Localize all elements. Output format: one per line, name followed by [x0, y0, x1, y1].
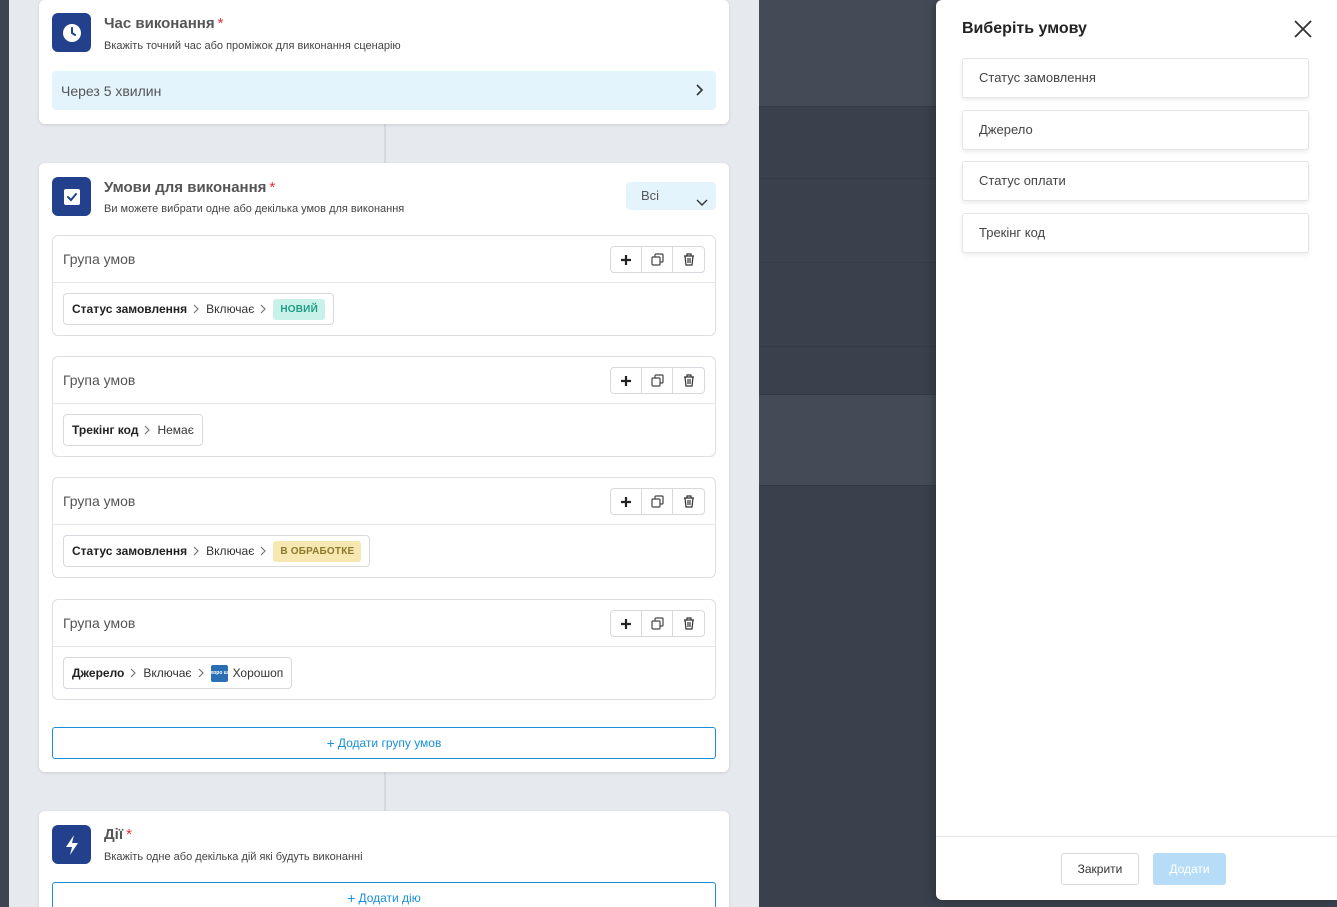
actions-card: Дії * Вкажіть одне або декілька дій які б… [39, 811, 729, 907]
lightning-icon [52, 825, 91, 864]
copy-icon [650, 374, 664, 387]
condition-option[interactable]: Статус замовлення [962, 58, 1309, 98]
card-title: Дії * [104, 826, 132, 843]
chevron-right-icon [130, 668, 137, 678]
condition-operator: Включає [206, 302, 255, 316]
condition-group: Група умов Статус замовлення Включає В О… [52, 477, 716, 578]
choose-condition-panel: Виберіть умову Статус замовлення Джерело… [936, 0, 1337, 900]
condition-value: Немає [157, 423, 194, 437]
condition-field: Джерело [72, 666, 125, 680]
chevron-right-icon [144, 425, 151, 435]
condition-option[interactable]: Джерело [962, 110, 1309, 150]
trash-icon [683, 495, 694, 508]
condition-group-label: Група умов [63, 251, 136, 267]
copy-icon [650, 495, 664, 508]
chevron-right-icon [198, 668, 205, 678]
copy-group-button[interactable] [642, 247, 673, 272]
plus-icon [621, 375, 631, 386]
backdrop-left-strip [0, 0, 9, 907]
condition-group-tools [610, 367, 705, 394]
condition-group: Група умов Джерело Включає хоро шоп Хоро… [52, 599, 716, 700]
delete-group-button[interactable] [673, 247, 704, 272]
condition-chip[interactable]: Трекінг код Немає [63, 414, 203, 446]
execution-time-card: Час виконання * Вкажіть точний час або пр… [39, 0, 729, 124]
conditions-card: Умови для виконання * Ви можете вибрати о… [39, 163, 729, 772]
add-condition-button[interactable] [611, 489, 642, 514]
copy-icon [650, 617, 664, 630]
plus-icon [621, 618, 631, 629]
condition-chip[interactable]: Джерело Включає хоро шоп Хорошоп [63, 657, 293, 689]
execution-time-value: Через 5 хвилин [61, 82, 162, 99]
condition-group-tools [610, 246, 705, 273]
flow-connector [384, 124, 386, 164]
close-icon[interactable] [1293, 19, 1313, 39]
condition-chip[interactable]: Статус замовлення Включає НОВИЙ [63, 293, 334, 325]
trash-icon [683, 253, 694, 266]
plus-icon: + [347, 890, 356, 906]
execution-time-selector[interactable]: Через 5 хвилин [52, 71, 716, 110]
trash-icon [683, 374, 694, 387]
chevron-right-icon [193, 546, 200, 556]
source-logo-icon: хоро шоп [210, 664, 234, 682]
plus-icon: + [326, 735, 335, 751]
panel-footer-divider [936, 836, 1337, 837]
condition-option[interactable]: Статус оплати [962, 161, 1309, 201]
add-condition-group-label: Додати групу умов [337, 736, 442, 750]
condition-value: Хорошоп [232, 666, 284, 680]
match-mode-value: Всі [641, 188, 660, 203]
condition-group-tools [610, 610, 705, 637]
chevron-right-icon [260, 304, 267, 314]
card-subtitle: Вкажіть точний час або проміжок для вико… [104, 40, 401, 52]
trash-icon [683, 617, 694, 630]
panel-title: Виберіть умову [962, 20, 1087, 37]
add-condition-group-button[interactable]: + Додати групу умов [52, 727, 716, 759]
condition-chip[interactable]: Статус замовлення Включає В ОБРАБОТКЕ [63, 535, 371, 567]
condition-operator: Включає [206, 544, 255, 558]
add-action-button[interactable]: + Додати дію [52, 882, 716, 907]
add-button[interactable]: Додати [1153, 853, 1226, 885]
chevron-right-icon [694, 83, 704, 100]
flow-connector [384, 772, 386, 812]
match-mode-select[interactable]: Всі [626, 182, 716, 210]
copy-group-button[interactable] [642, 489, 673, 514]
status-badge: НОВИЙ [273, 298, 325, 320]
copy-group-button[interactable] [642, 368, 673, 393]
condition-operator: Включає [143, 666, 192, 680]
delete-group-button[interactable] [673, 611, 704, 636]
chevron-right-icon [260, 546, 267, 556]
condition-field: Статус замовлення [72, 302, 188, 316]
plus-icon [621, 496, 631, 507]
condition-option[interactable]: Трекінг код [962, 213, 1309, 253]
clock-icon [52, 13, 91, 52]
add-action-label: Додати дію [358, 891, 421, 905]
condition-group-tools [610, 488, 705, 515]
condition-field: Трекінг код [72, 423, 139, 437]
condition-group-label: Група умов [63, 615, 136, 631]
scenario-editor: Час виконання * Вкажіть точний час або пр… [9, 0, 759, 907]
card-title: Час виконання * [104, 15, 224, 32]
copy-group-button[interactable] [642, 611, 673, 636]
copy-icon [650, 253, 664, 266]
delete-group-button[interactable] [673, 368, 704, 393]
add-condition-button[interactable] [611, 611, 642, 636]
plus-icon [621, 254, 631, 265]
card-subtitle: Вкажіть одне або декілька дій які будуть… [104, 851, 363, 863]
delete-group-button[interactable] [673, 489, 704, 514]
condition-field: Статус замовлення [72, 544, 188, 558]
add-condition-button[interactable] [611, 247, 642, 272]
condition-group-label: Група умов [63, 372, 136, 388]
condition-group: Група умов Статус замовлення Включає НОВ… [52, 235, 716, 336]
card-subtitle: Ви можете вибрати одне або декілька умов… [104, 203, 405, 215]
condition-group: Група умов Трекінг код Немає [52, 356, 716, 457]
chevron-right-icon [193, 304, 200, 314]
add-condition-button[interactable] [611, 368, 642, 393]
chevron-down-icon [696, 190, 708, 218]
status-badge: В ОБРАБОТКЕ [273, 540, 362, 562]
checkbox-icon [52, 177, 91, 216]
card-title: Умови для виконання * [104, 179, 276, 196]
close-button[interactable]: Закрити [1061, 853, 1139, 885]
condition-group-label: Група умов [63, 493, 136, 509]
